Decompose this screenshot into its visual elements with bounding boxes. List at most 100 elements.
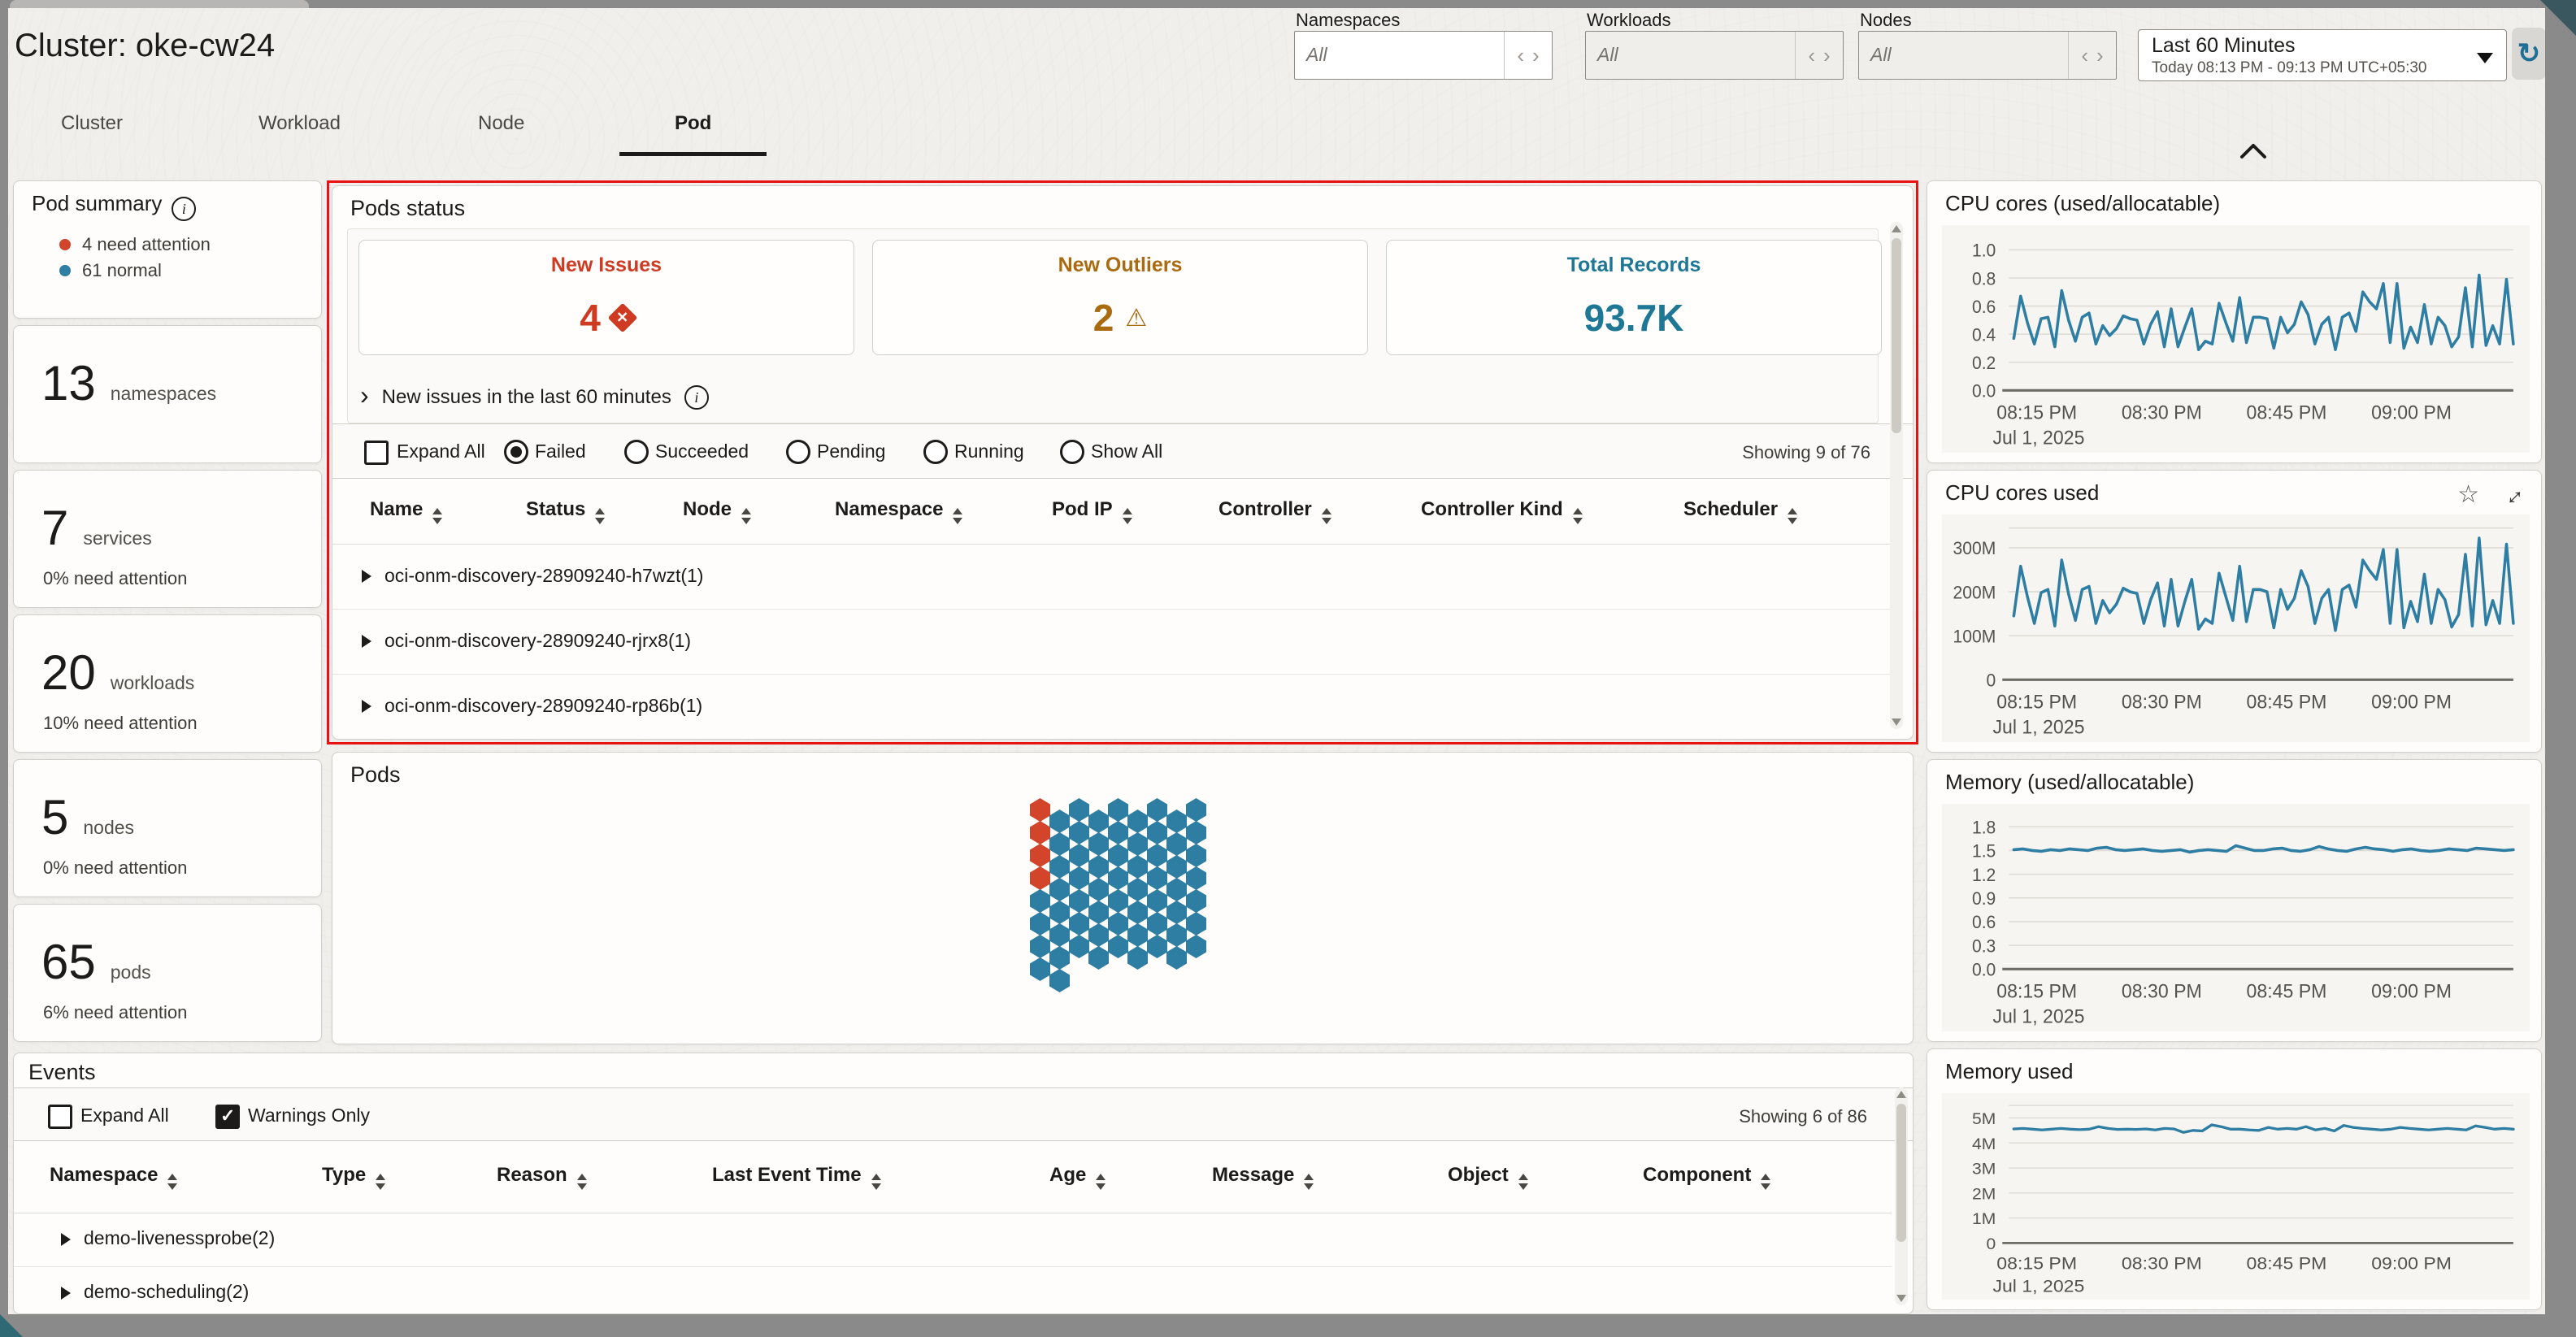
pod-hex-icon[interactable] [1127,901,1148,924]
chevron-right-icon[interactable]: › [2096,43,2104,68]
pod-hex-icon[interactable] [1166,855,1187,879]
pod-hex-icon[interactable] [1166,810,1187,833]
events-col-namespace[interactable]: Namespace [50,1164,177,1190]
pod-hex-icon[interactable] [1186,798,1206,822]
pod-hex-icon[interactable] [1069,798,1089,822]
pod-hex-icon[interactable] [1049,923,1070,947]
pod-hex-icon[interactable] [1127,832,1148,856]
vertical-scrollbar[interactable] [1895,1087,1908,1305]
pod-hex-icon[interactable] [1186,844,1206,867]
radio-failed[interactable] [504,440,528,464]
events-col-message[interactable]: Message [1212,1164,1314,1190]
pod-hex-icon[interactable] [1147,821,1167,844]
warnings-only-checkbox[interactable] [215,1105,240,1129]
scroll-down-icon[interactable] [1896,1295,1906,1302]
events-table-row[interactable]: demo-scheduling(2) [14,1266,1892,1314]
pod-hex-icon[interactable] [1030,798,1050,822]
stat-card-new-issues[interactable]: New Issues4✕ [358,240,854,355]
new-issues-expander[interactable]: › New issues in the last 60 minutes [360,381,709,414]
expand-caret-icon[interactable] [362,700,371,713]
scroll-up-icon[interactable] [1896,1091,1906,1098]
chevron-left-icon[interactable]: ‹ [2081,43,2088,68]
pod-hex-icon[interactable] [1069,912,1089,935]
pod-hex-icon[interactable] [1088,901,1109,924]
pod-hex-icon[interactable] [1147,889,1167,913]
pods-table-row[interactable]: oci-onm-discovery-28909240-rp86b(1) [332,674,1890,740]
pod-hex-icon[interactable] [1088,878,1109,901]
collapse-panel-button[interactable] [2237,141,2270,161]
pod-hex-icon[interactable] [1088,832,1109,856]
refresh-button[interactable]: ↻ [2512,28,2545,80]
time-range-selector[interactable]: Last 60 Minutes Today 08:13 PM - 09:13 P… [2138,29,2507,81]
pod-hex-icon[interactable] [1166,832,1187,856]
pod-summary-card[interactable]: Pod summary 4 need attention61 normal [13,180,322,319]
pod-hex-icon[interactable] [1049,855,1070,879]
pod-hex-icon[interactable] [1186,935,1206,958]
tab-pod[interactable]: Pod [675,112,711,138]
pod-hex-icon[interactable] [1186,889,1206,913]
pod-hex-icon[interactable] [1069,889,1089,913]
pod-hex-icon[interactable] [1088,946,1109,970]
vertical-scrollbar[interactable] [1890,222,1903,729]
events-table-row[interactable]: demo-livenessprobe(2) [14,1213,1892,1267]
pod-hex-icon[interactable] [1166,901,1187,924]
info-icon[interactable] [684,385,709,410]
pod-hex-icon[interactable] [1108,866,1128,890]
expand-caret-icon[interactable] [362,570,371,583]
pod-hex-icon[interactable] [1030,912,1050,935]
chevron-right-icon[interactable]: › [1823,43,1831,68]
pod-hex-icon[interactable] [1108,935,1128,958]
pod-hex-icon[interactable] [1030,889,1050,913]
pod-hex-icon[interactable] [1147,844,1167,867]
pods-col-controller-kind[interactable]: Controller Kind [1421,498,1583,524]
pods-col-name[interactable]: Name [370,498,442,524]
expand-caret-icon[interactable] [61,1233,71,1246]
events-col-type[interactable]: Type [322,1164,385,1190]
summary-card-nodes[interactable]: 5nodes0% need attention [13,759,322,897]
expand-caret-icon[interactable] [362,635,371,648]
summary-card-namespaces[interactable]: 13namespaces [13,325,322,463]
workloads-select[interactable]: All‹› [1585,31,1844,80]
stat-card-total-records[interactable]: Total Records93.7K [1386,240,1882,355]
stat-card-new-outliers[interactable]: New Outliers2⚠ [872,240,1368,355]
radio-pending[interactable] [786,440,810,464]
namespaces-select[interactable]: All‹› [1294,31,1553,80]
events-col-reason[interactable]: Reason [497,1164,587,1190]
pod-hex-icon[interactable] [1049,901,1070,924]
pod-hex-icon[interactable] [1049,832,1070,856]
nodes-select[interactable]: All‹› [1858,31,2117,80]
chevron-left-icon[interactable]: ‹ [1808,43,1815,68]
pod-hex-icon[interactable] [1166,946,1187,970]
radio-succeeded[interactable] [624,440,649,464]
info-icon[interactable] [172,197,196,221]
pod-hex-icon[interactable] [1108,821,1128,844]
expand-icon[interactable]: ↔ [2494,476,2530,513]
pods-col-controller[interactable]: Controller [1218,498,1331,524]
pod-hex-icon[interactable] [1049,810,1070,833]
pod-hex-icon[interactable] [1166,923,1187,947]
summary-card-workloads[interactable]: 20workloads10% need attention [13,614,322,753]
pods-col-node[interactable]: Node [683,498,751,524]
summary-card-services[interactable]: 7services0% need attention [13,470,322,608]
pod-hex-icon[interactable] [1049,969,1070,992]
pod-hex-icon[interactable] [1147,935,1167,958]
scrollbar-thumb[interactable] [1892,238,1901,433]
pod-hex-icon[interactable] [1030,821,1050,844]
pod-hex-icon[interactable] [1088,810,1109,833]
events-expand-all-checkbox[interactable] [48,1105,72,1129]
expand-caret-icon[interactable] [61,1287,71,1300]
pods-col-scheduler[interactable]: Scheduler [1683,498,1797,524]
pod-hex-icon[interactable] [1186,866,1206,890]
pod-hex-icon[interactable] [1069,935,1089,958]
pod-hex-icon[interactable] [1088,855,1109,879]
tab-node[interactable]: Node [478,112,524,138]
scrollbar-thumb[interactable] [1896,1104,1906,1242]
pod-hex-icon[interactable] [1127,855,1148,879]
pods-col-status[interactable]: Status [526,498,605,524]
pod-hex-icon[interactable] [1049,878,1070,901]
chevron-right-icon[interactable]: › [1532,43,1540,68]
pods-col-namespace[interactable]: Namespace [835,498,962,524]
expand-all-checkbox[interactable] [364,441,389,465]
pod-hex-icon[interactable] [1186,821,1206,844]
pod-hex-icon[interactable] [1108,844,1128,867]
